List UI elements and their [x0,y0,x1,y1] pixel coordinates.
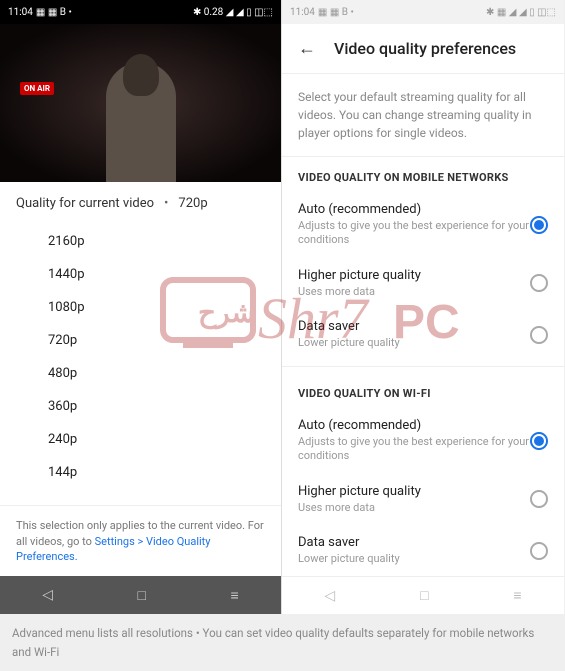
status-time: 11:04 [290,7,315,18]
status-icons-left: ▦ ▦ B • [318,7,354,18]
quality-option[interactable]: 1440p [48,258,281,291]
divider [282,366,564,367]
section-header-mobile: VIDEO QUALITY ON MOBILE NETWORKS [282,157,564,192]
caption-text: Advanced menu lists all resolutions • Yo… [0,614,565,671]
nav-recent-icon[interactable]: ≡ [513,587,521,604]
nav-back-icon[interactable]: ◁ [324,588,335,604]
quality-option[interactable]: 240p [48,423,281,456]
option-higher-wifi[interactable]: Higher picture quality Uses more data [282,474,564,525]
option-subtitle: Uses more data [298,501,530,515]
prefs-title: Video quality preferences [334,39,516,58]
option-higher-mobile[interactable]: Higher picture quality Uses more data [282,258,564,309]
quality-option[interactable]: 144p [48,456,281,489]
nav-bar-left: ◁ □ ≡ [0,576,281,614]
status-bar-left: 11:04 ▦ ▦ B • ✱ 0.28 ◢ ◢ ▯ ◫⬚ [0,0,281,24]
nav-back-icon[interactable]: ◁ [42,587,53,603]
quality-option[interactable]: 2160p [48,225,281,258]
radio-icon[interactable] [530,542,548,560]
status-icons-right: ✱ ▦ ◢ ◢ ▯ ◫⬚ [486,7,556,18]
nav-bar-right: ◁ □ ≡ [282,576,564,614]
phone-left-screen: 11:04 ▦ ▦ B • ✱ 0.28 ◢ ◢ ▯ ◫⬚ ON AIR Qua… [0,0,282,614]
option-subtitle: Lower picture quality [298,552,530,566]
back-arrow-icon[interactable]: ← [298,38,316,59]
option-saver-mobile[interactable]: Data saver Lower picture quality [282,309,564,360]
status-icons-left: ▦ ▦ B • [36,7,72,18]
option-subtitle: Lower picture quality [298,336,530,350]
nav-recent-icon[interactable]: ≡ [231,587,239,604]
radio-icon[interactable] [530,274,548,292]
current-quality: 720p [178,196,207,211]
option-subtitle: Adjusts to give you the best experience … [298,435,530,464]
status-icons-right: ✱ 0.28 ◢ ◢ ▯ ◫⬚ [193,7,273,18]
onair-badge: ON AIR [20,82,54,95]
radio-icon[interactable] [530,326,548,344]
radio-icon[interactable] [530,216,548,234]
option-title: Auto (recommended) [298,202,530,217]
prefs-description: Select your default streaming quality fo… [282,74,564,157]
quality-header-label: Quality for current video [16,196,154,211]
footer-note: This selection only applies to the curre… [0,505,281,576]
quality-option[interactable]: 1080p [48,291,281,324]
prefs-header: ← Video quality preferences [282,24,564,74]
status-time: 11:04 [8,7,33,18]
option-subtitle: Adjusts to give you the best experience … [298,219,530,248]
radio-icon[interactable] [530,432,548,450]
nav-home-icon[interactable]: □ [420,587,428,604]
option-title: Auto (recommended) [298,418,530,433]
radio-icon[interactable] [530,490,548,508]
quality-option[interactable]: 360p [48,390,281,423]
option-saver-wifi[interactable]: Data saver Lower picture quality [282,525,564,576]
option-title: Higher picture quality [298,484,530,499]
quality-list: 2160p 1440p 1080p 720p 480p 360p 240p 14… [0,225,281,489]
quality-option[interactable]: 720p [48,324,281,357]
quality-option[interactable]: 480p [48,357,281,390]
phone-right-screen: 11:04 ▦ ▦ B • ✱ ▦ ◢ ◢ ▯ ◫⬚ ← Video quali… [282,0,564,614]
status-bar-right: 11:04 ▦ ▦ B • ✱ ▦ ◢ ◢ ▯ ◫⬚ [282,0,564,24]
video-thumbnail[interactable]: ON AIR [0,24,281,182]
option-title: Data saver [298,319,530,334]
option-subtitle: Uses more data [298,285,530,299]
option-auto-wifi[interactable]: Auto (recommended) Adjusts to give you t… [282,408,564,474]
nav-home-icon[interactable]: □ [138,587,146,604]
dot-separator: • [164,196,168,211]
quality-header: Quality for current video • 720p [0,182,281,225]
section-header-wifi: VIDEO QUALITY ON WI-FI [282,373,564,408]
option-auto-mobile[interactable]: Auto (recommended) Adjusts to give you t… [282,192,564,258]
option-title: Higher picture quality [298,268,530,283]
option-title: Data saver [298,535,530,550]
